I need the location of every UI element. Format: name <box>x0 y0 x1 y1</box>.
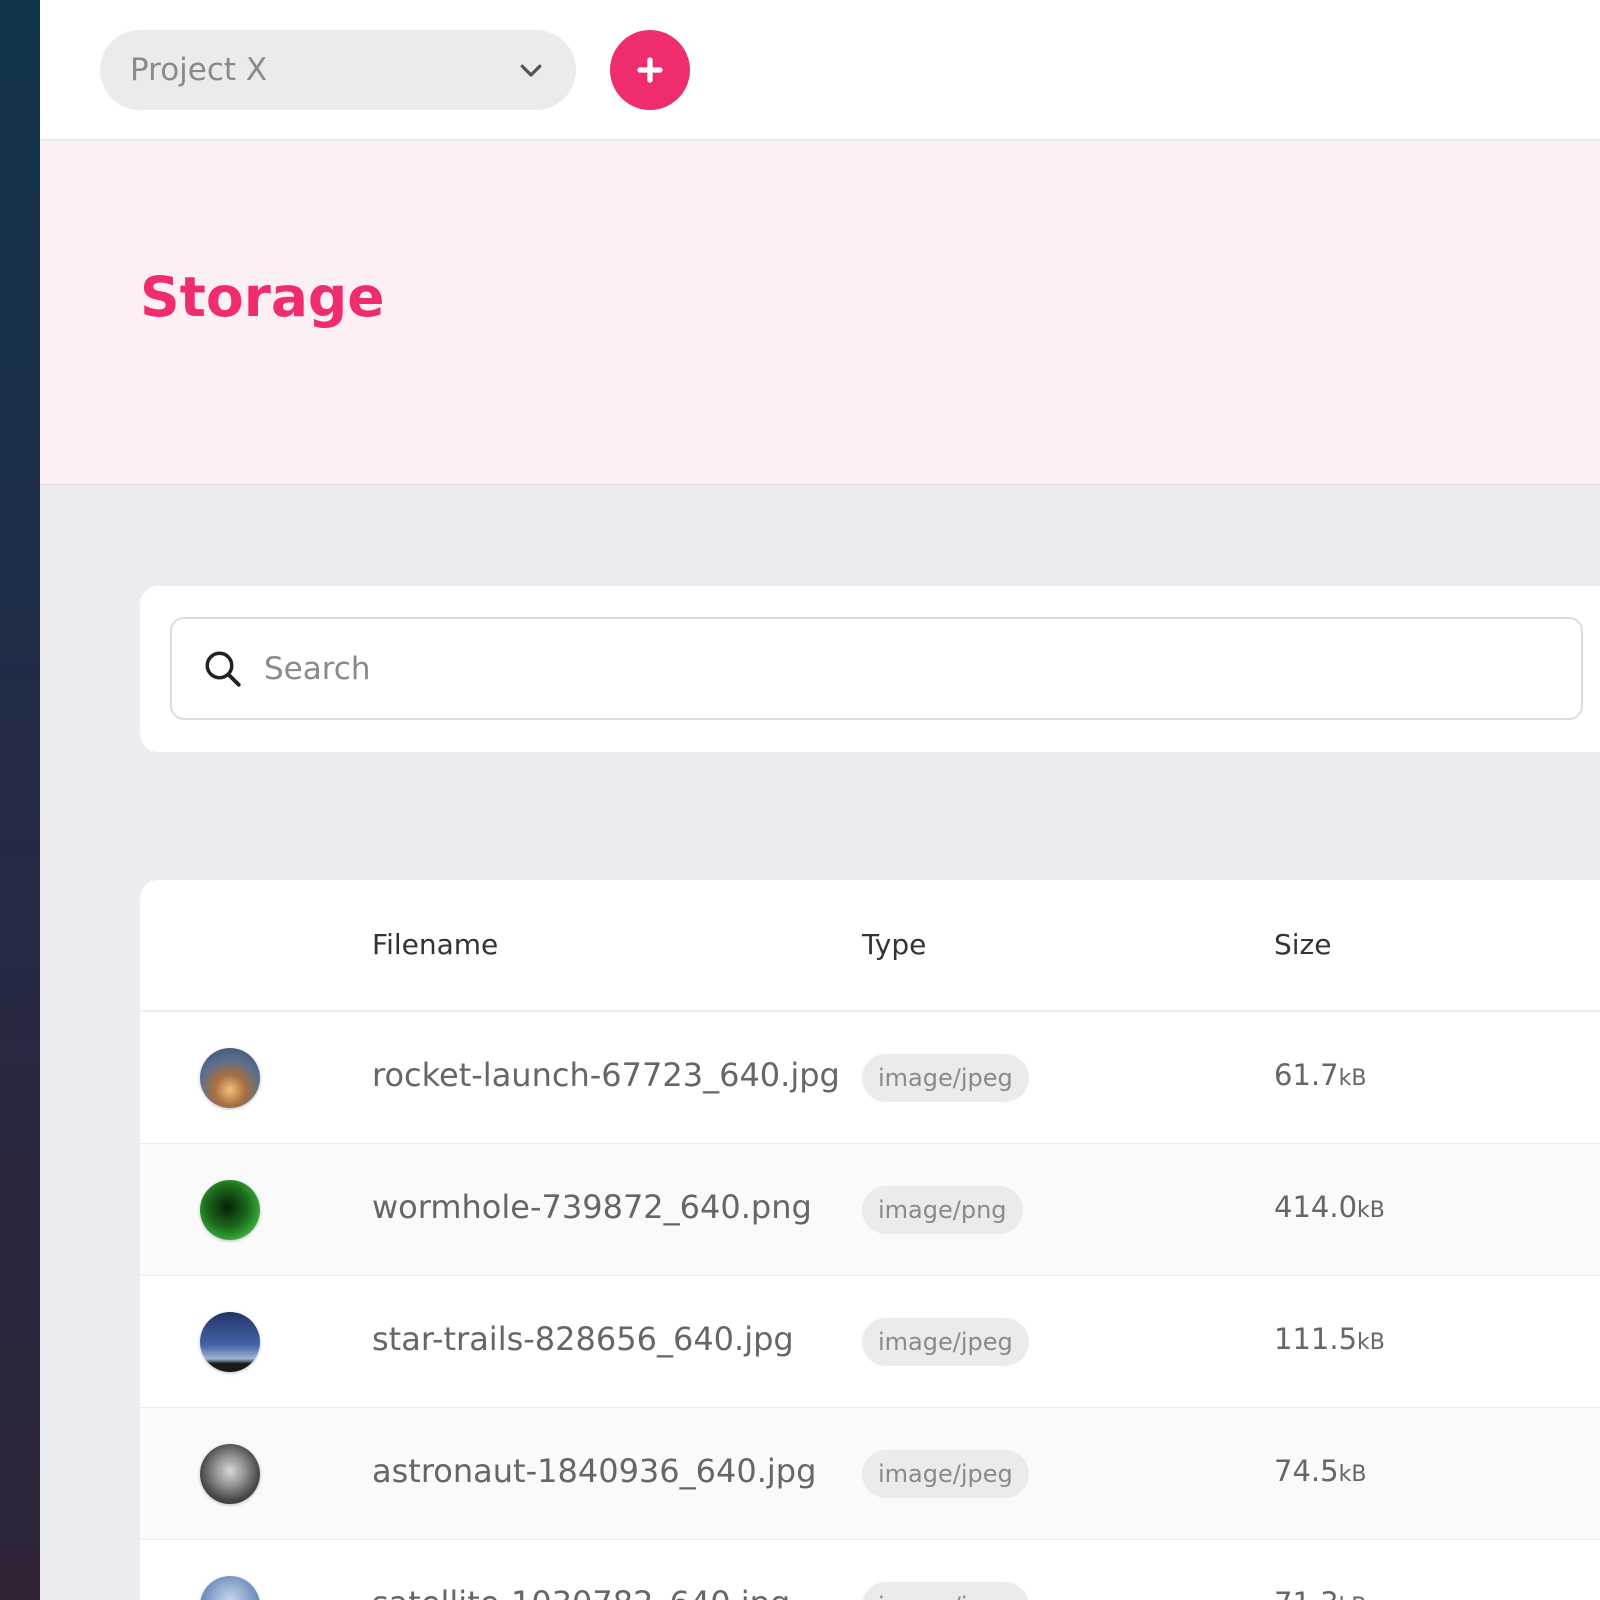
table-header: Filename Type Size <box>140 880 1600 1012</box>
table-row[interactable]: rocket-launch-67723_640.jpg image/jpeg 6… <box>140 1012 1600 1144</box>
type-badge: image/jpeg <box>862 1054 1029 1102</box>
filename: astronaut-1840936_640.jpg <box>372 1452 817 1490</box>
column-header-size[interactable]: Size <box>1274 928 1331 961</box>
filename: wormhole-739872_640.png <box>372 1188 812 1226</box>
files-table: Filename Type Size rocket-launch-67723_6… <box>140 880 1600 1600</box>
topbar: Project X <box>40 0 1600 140</box>
column-header-filename[interactable]: Filename <box>372 928 498 961</box>
table-row[interactable]: wormhole-739872_640.png image/png 414.0k… <box>140 1144 1600 1276</box>
page-title: Storage <box>140 265 385 329</box>
file-size: 414.0kB <box>1274 1190 1385 1224</box>
page-header: Storage <box>40 141 1600 485</box>
type-badge: image/jpeg <box>862 1318 1029 1366</box>
file-size: 61.7kB <box>1274 1058 1367 1092</box>
file-thumbnail <box>200 1444 260 1504</box>
type-badge: image/png <box>862 1186 1023 1234</box>
file-thumbnail <box>200 1576 260 1600</box>
search-input[interactable] <box>264 650 1464 687</box>
column-header-type[interactable]: Type <box>862 928 926 961</box>
chevron-down-icon <box>520 64 542 77</box>
file-size: 71.3kB <box>1274 1586 1366 1600</box>
file-thumbnail <box>200 1180 260 1240</box>
project-select[interactable]: Project X <box>100 30 576 110</box>
table-row[interactable]: satellite-1030782_640.jpg image/jpeg 71.… <box>140 1540 1600 1600</box>
plus-icon <box>637 57 663 83</box>
type-badge: image/jpeg <box>862 1582 1029 1600</box>
sidebar <box>0 0 40 1600</box>
type-badge: image/jpeg <box>862 1450 1029 1498</box>
project-select-value: Project X <box>130 52 268 88</box>
file-size: 111.5kB <box>1274 1322 1385 1356</box>
table-row[interactable]: astronaut-1840936_640.jpg image/jpeg 74.… <box>140 1408 1600 1540</box>
search-card <box>140 586 1600 752</box>
search-icon <box>205 651 241 687</box>
filename: star-trails-828656_640.jpg <box>372 1320 794 1358</box>
add-project-button[interactable] <box>610 30 690 110</box>
search-box[interactable] <box>170 617 1583 720</box>
file-thumbnail <box>200 1312 260 1372</box>
filename: satellite-1030782_640.jpg <box>372 1584 790 1600</box>
filename: rocket-launch-67723_640.jpg <box>372 1056 840 1094</box>
file-thumbnail <box>200 1048 260 1108</box>
table-row[interactable]: star-trails-828656_640.jpg image/jpeg 11… <box>140 1276 1600 1408</box>
file-size: 74.5kB <box>1274 1454 1367 1488</box>
